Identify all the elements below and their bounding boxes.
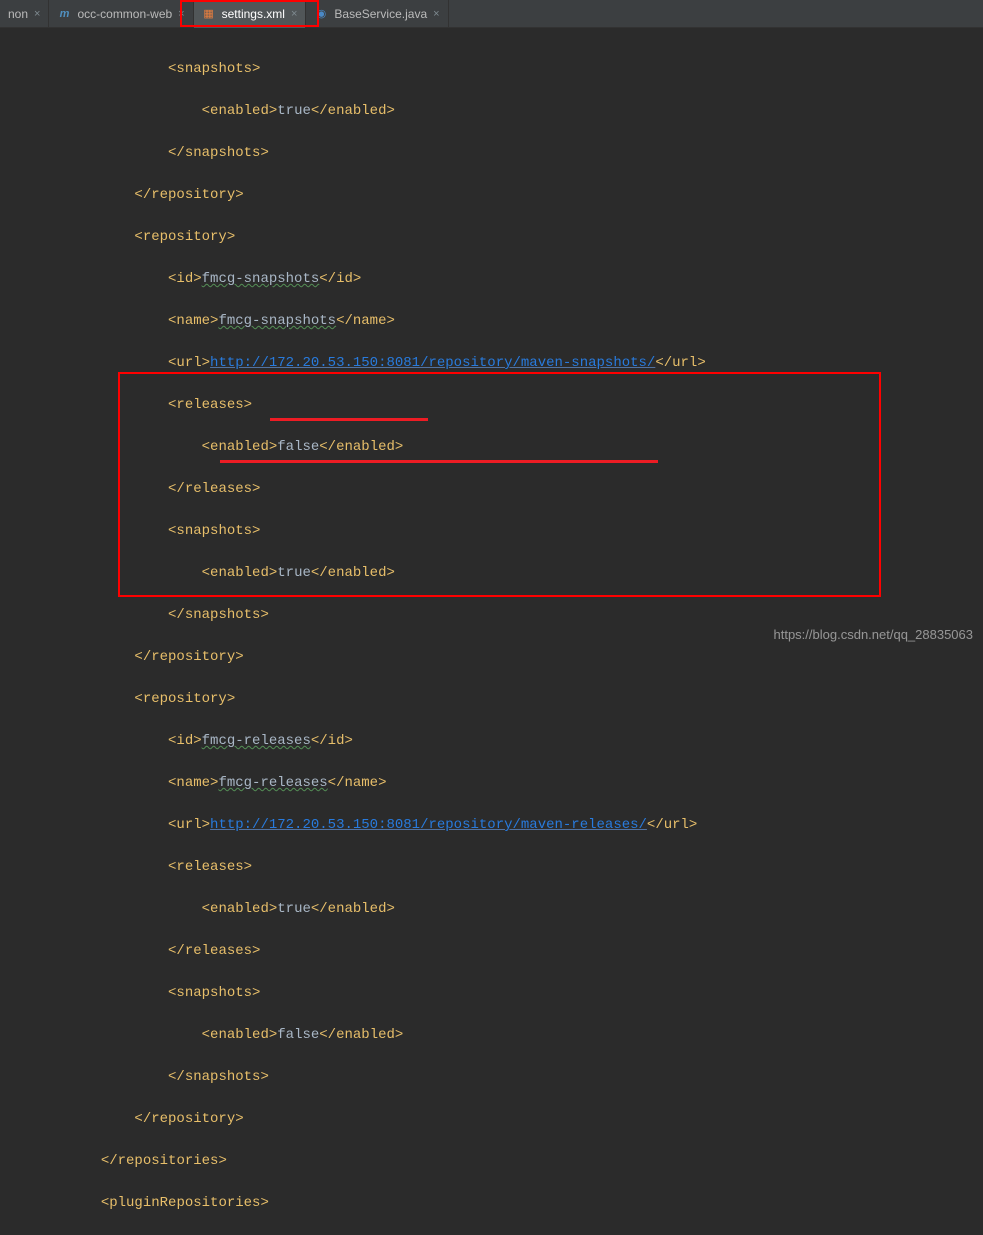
code-line[interactable]: </repositories> — [0, 1151, 983, 1172]
code-line[interactable]: <enabled>false</enabled> — [0, 1025, 983, 1046]
code-line[interactable]: <url>http://172.20.53.150:8081/repositor… — [0, 815, 983, 836]
code-line[interactable]: <releases> — [0, 857, 983, 878]
annotation-underline — [270, 418, 428, 421]
tab-occ-common-web[interactable]: m occ-common-web × — [49, 0, 193, 28]
tab-label: occ-common-web — [77, 7, 172, 21]
code-line[interactable]: <snapshots> — [0, 983, 983, 1004]
tab-non[interactable]: non × — [0, 0, 49, 28]
code-line[interactable]: <enabled>true</enabled> — [0, 899, 983, 920]
close-icon[interactable]: × — [433, 8, 439, 20]
code-line[interactable]: </repository> — [0, 185, 983, 206]
code-line[interactable]: <enabled>true</enabled> — [0, 563, 983, 584]
close-icon[interactable]: × — [178, 8, 184, 20]
code-line[interactable]: <name>fmcg-snapshots</name> — [0, 311, 983, 332]
code-line[interactable]: <url>http://172.20.53.150:8081/repositor… — [0, 353, 983, 374]
code-line[interactable]: <repository> — [0, 227, 983, 248]
code-line[interactable]: </snapshots> — [0, 605, 983, 626]
code-line[interactable]: <name>fmcg-releases</name> — [0, 773, 983, 794]
code-line[interactable]: </snapshots> — [0, 1067, 983, 1088]
code-line[interactable]: <id>fmcg-snapshots</id> — [0, 269, 983, 290]
tab-baseservice-java[interactable]: ◉ BaseService.java × — [306, 0, 448, 28]
java-file-icon: ◉ — [314, 7, 328, 20]
close-icon[interactable]: × — [291, 8, 297, 20]
code-line[interactable]: <snapshots> — [0, 521, 983, 542]
tab-label: settings.xml — [222, 7, 285, 21]
maven-icon: m — [57, 8, 71, 20]
code-line[interactable]: </releases> — [0, 479, 983, 500]
code-line[interactable]: </repository> — [0, 1109, 983, 1130]
tab-settings-xml[interactable]: ▦ settings.xml × — [194, 0, 307, 28]
code-line[interactable]: <pluginRepositories> — [0, 1193, 983, 1214]
code-line[interactable]: </releases> — [0, 941, 983, 962]
code-line[interactable]: </repository> — [0, 647, 983, 668]
code-line[interactable]: <repository> — [0, 689, 983, 710]
watermark-text: https://blog.csdn.net/qq_28835063 — [774, 627, 974, 642]
tab-label: non — [8, 7, 28, 21]
xml-file-icon: ▦ — [202, 7, 216, 20]
close-icon[interactable]: × — [34, 8, 40, 20]
code-line[interactable]: </snapshots> — [0, 143, 983, 164]
annotation-underline — [220, 460, 658, 463]
code-line[interactable]: <enabled>false</enabled> — [0, 437, 983, 458]
code-line[interactable]: <releases> — [0, 395, 983, 416]
tab-bar: non × m occ-common-web × ▦ settings.xml … — [0, 0, 983, 28]
code-line[interactable]: <snapshots> — [0, 59, 983, 80]
tab-label: BaseService.java — [334, 7, 427, 21]
code-line[interactable]: <enabled>true</enabled> — [0, 101, 983, 122]
code-line[interactable]: <id>fmcg-releases</id> — [0, 731, 983, 752]
